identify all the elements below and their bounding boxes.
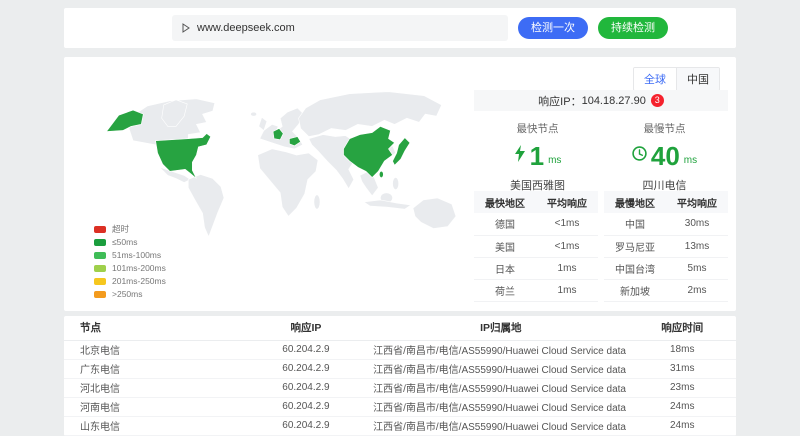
country-china [344, 126, 395, 177]
url-input-wrap[interactable] [172, 15, 508, 41]
map-legend: 超时 ≤50ms 51ms-100ms 101ms-200ms 201ms-25… [94, 223, 166, 301]
table-row: 广东电信 60.204.2.9 江西省/南昌市/电信/AS55990/Huawe… [64, 359, 736, 378]
result-panel: 超时 ≤50ms 51ms-100ms 101ms-200ms 201ms-25… [64, 57, 736, 311]
search-bar: 检测一次 持续检测 [64, 8, 736, 48]
slowest-node-value: 40 [651, 142, 680, 170]
legend-swatch-100 [94, 252, 106, 259]
table-row: 河北电信 60.204.2.9 江西省/南昌市/电信/AS55990/Huawe… [64, 378, 736, 397]
table-row: 北京电信 60.204.2.9 江西省/南昌市/电信/AS55990/Huawe… [64, 340, 736, 359]
legend-swatch-200 [94, 265, 106, 272]
stats-panel: 全球 中国 响应IP：104.18.27.90 3 最快节点 1 ms 美国西雅图… [474, 57, 728, 311]
tab-global[interactable]: 全球 [634, 68, 677, 90]
response-ip-label: 响应IP： [538, 93, 581, 109]
continuous-test-button[interactable]: 持续检测 [598, 17, 668, 39]
node-summary: 最快节点 1 ms 美国西雅图 最慢节点 40 ms [474, 121, 728, 193]
legend-swatch-over250 [94, 291, 106, 298]
avg-response-header: 平均响应 [666, 191, 728, 213]
region-africa [258, 149, 318, 216]
table-row: 罗马尼亚13ms [604, 235, 728, 257]
legend-item: 201ms-250ms [94, 275, 166, 287]
world-map [82, 73, 460, 237]
legend-item: >250ms [94, 288, 166, 300]
region-madagascar [314, 195, 320, 209]
region-se-asia [360, 171, 378, 196]
table-row: 山东电信 60.204.2.9 江西省/南昌市/电信/AS55990/Huawe… [64, 416, 736, 435]
tab-china[interactable]: 中国 [677, 68, 719, 90]
node-results-table-card: 节点 响应IP IP归属地 响应时间 北京电信 60.204.2.9 江西省/南… [64, 316, 736, 436]
region-tables: 最快地区 平均响应 德国<1ms 美国<1ms 日本1ms 荷兰1ms 最慢地区… [474, 191, 728, 302]
table-row: 日本1ms [474, 257, 598, 279]
bolt-icon [514, 145, 526, 167]
col-header-location: IP归属地 [373, 316, 628, 340]
slowest-node: 最慢节点 40 ms 四川电信 [601, 121, 728, 193]
ip-count-badge[interactable]: 3 [651, 94, 664, 107]
table-row: 美国<1ms [474, 235, 598, 257]
clock-icon [632, 146, 647, 166]
col-header-time: 响应时间 [628, 316, 736, 340]
region-philippines [393, 177, 399, 189]
region-indonesia [364, 200, 411, 209]
table-row: 德国<1ms [474, 213, 598, 235]
region-iceland [251, 112, 257, 116]
scope-tabs: 全球 中国 [633, 67, 720, 91]
col-header-ip: 响应IP [239, 316, 373, 340]
fastest-node-unit: ms [548, 155, 561, 166]
col-header-node: 节点 [64, 316, 239, 340]
response-ip-value: 104.18.27.90 [582, 95, 646, 107]
legend-item: 51ms-100ms [94, 249, 166, 261]
legend-item: ≤50ms [94, 236, 166, 248]
avg-response-header: 平均响应 [536, 191, 598, 213]
slowest-regions-table: 最慢地区 平均响应 中国30ms 罗马尼亚13ms 中国台湾5ms 新加坡2ms [604, 191, 728, 302]
legend-swatch-250 [94, 278, 106, 285]
legend-swatch-under50 [94, 239, 106, 246]
table-row: 荷兰1ms [474, 279, 598, 301]
region-russia [299, 92, 442, 137]
url-input[interactable] [197, 22, 498, 34]
fastest-node-label: 最快节点 [474, 121, 601, 136]
table-row: 新加坡2ms [604, 279, 728, 301]
fastest-node-value: 1 [530, 142, 544, 170]
table-row: 中国30ms [604, 213, 728, 235]
country-taiwan [379, 171, 383, 178]
fastest-regions-table: 最快地区 平均响应 德国<1ms 美国<1ms 日本1ms 荷兰1ms [474, 191, 598, 302]
test-once-button[interactable]: 检测一次 [518, 17, 588, 39]
slowest-regions-header: 最慢地区 [604, 191, 666, 213]
slowest-node-label: 最慢节点 [601, 121, 728, 136]
legend-swatch-timeout [94, 226, 106, 233]
response-ip-bar: 响应IP：104.18.27.90 3 [474, 90, 728, 111]
region-australia [413, 198, 456, 229]
table-row: 中国台湾5ms [604, 257, 728, 279]
region-south-america [188, 174, 224, 236]
slowest-node-unit: ms [684, 155, 697, 166]
legend-item: 超时 [94, 223, 166, 235]
fastest-node: 最快节点 1 ms 美国西雅图 [474, 121, 601, 193]
table-row: 河南电信 60.204.2.9 江西省/南昌市/电信/AS55990/Huawe… [64, 397, 736, 416]
fastest-regions-header: 最快地区 [474, 191, 536, 213]
legend-item: 101ms-200ms [94, 262, 166, 274]
node-results-table: 节点 响应IP IP归属地 响应时间 北京电信 60.204.2.9 江西省/南… [64, 316, 736, 436]
play-icon [182, 23, 190, 33]
region-uk [259, 117, 267, 130]
